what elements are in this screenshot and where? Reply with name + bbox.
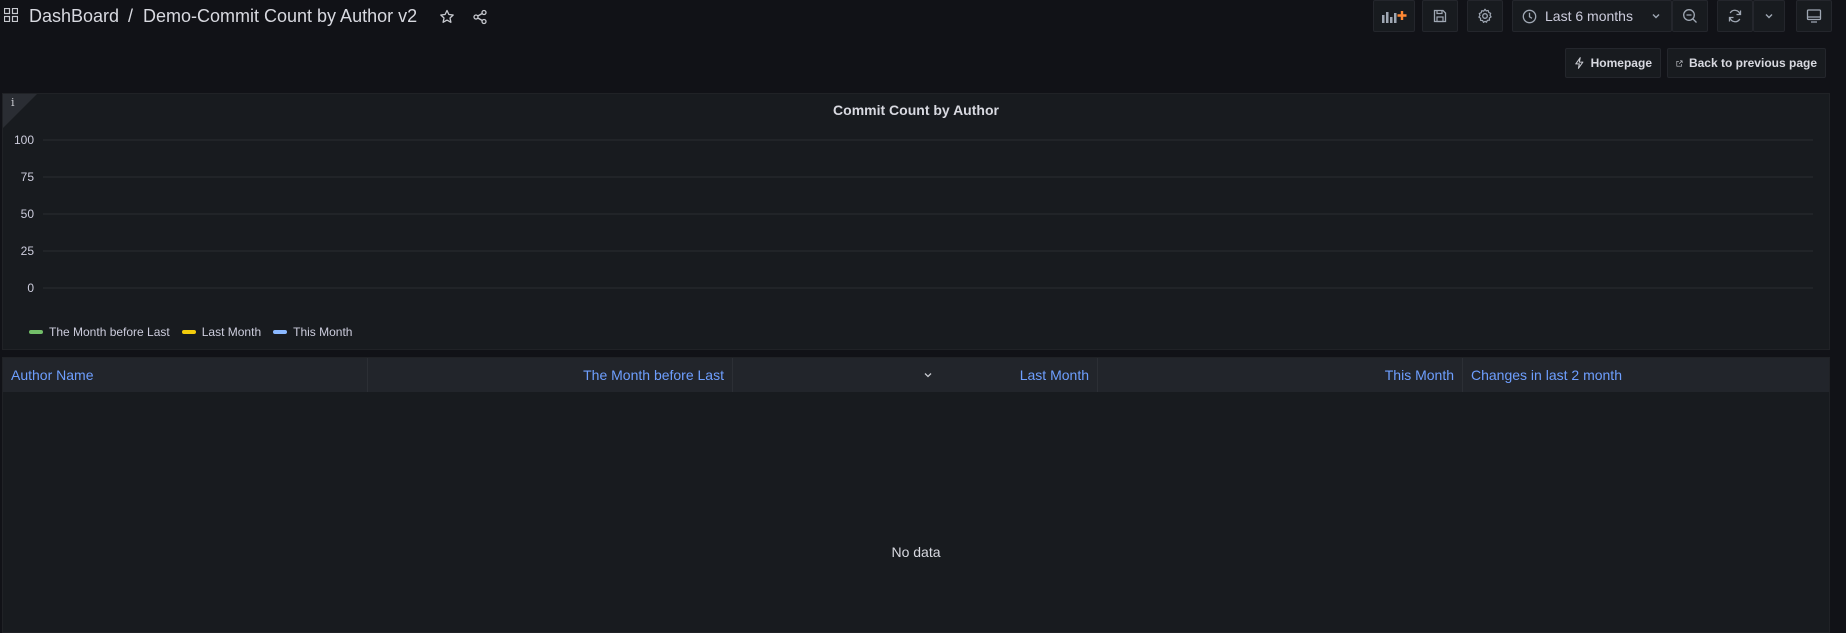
no-data-message: No data — [891, 544, 941, 560]
bolt-icon — [1575, 57, 1584, 69]
legend-label: The Month before Last — [49, 325, 170, 339]
back-to-previous-page-link[interactable]: Back to previous page — [1667, 48, 1826, 78]
refresh-icon — [1728, 9, 1742, 23]
clock-icon — [1522, 9, 1537, 23]
zoom-out-button[interactable] — [1672, 0, 1708, 32]
time-range-picker[interactable]: Last 6 months — [1512, 0, 1672, 32]
chart-legend: The Month before Last Last Month This Mont… — [29, 325, 352, 339]
y-tick-label: 75 — [21, 170, 35, 184]
legend-swatch — [181, 330, 196, 334]
homepage-label: Homepage — [1590, 56, 1652, 70]
zoom-out-icon — [1683, 9, 1697, 23]
table-panel: Author Name The Month before Last Last M… — [2, 357, 1830, 633]
breadcrumb-separator: / — [128, 6, 134, 26]
share-icon[interactable] — [470, 7, 490, 27]
column-month-before-last[interactable]: The Month before Last — [368, 358, 733, 392]
chevron-down-icon — [1652, 14, 1660, 19]
y-tick-label: 100 — [14, 133, 34, 147]
save-dashboard-button[interactable] — [1422, 0, 1458, 32]
chart-panel: i Commit Count by Author 100 75 50 25 0 The … — [2, 93, 1830, 350]
tv-icon — [1806, 9, 1822, 23]
time-range-label: Last 6 months — [1545, 8, 1633, 24]
apps-icon[interactable] — [4, 8, 18, 22]
star-icon[interactable] — [437, 7, 457, 27]
column-last-month[interactable]: Last Month — [733, 358, 1098, 392]
legend-item[interactable]: Last Month — [181, 325, 262, 339]
homepage-link[interactable]: Homepage — [1565, 48, 1661, 78]
chevron-down-icon — [1765, 14, 1773, 19]
column-last-month-label: Last Month — [1019, 367, 1089, 383]
add-panel-button[interactable] — [1373, 0, 1415, 32]
table-header: Author Name The Month before Last Last M… — [3, 358, 1829, 392]
column-changes-last-2-month-label: Changes in last 2 month — [1471, 367, 1622, 383]
legend-item[interactable]: This Month — [273, 325, 352, 339]
save-icon — [1433, 9, 1447, 23]
column-this-month[interactable]: This Month — [1098, 358, 1463, 392]
legend-swatch — [29, 330, 43, 334]
back-to-previous-page-label: Back to previous page — [1688, 56, 1817, 70]
column-author-name-label: Author Name — [11, 367, 94, 383]
legend-item[interactable]: The Month before Last — [29, 325, 170, 339]
column-changes-last-2-month[interactable]: Changes in last 2 month — [1463, 358, 1829, 392]
legend-label: This Month — [293, 325, 353, 339]
column-month-before-last-label: The Month before Last — [583, 367, 724, 383]
chart-plot: 100 75 50 25 0 — [14, 133, 1813, 295]
top-bar: DashBoard / Demo-Commit Count by Author … — [0, 0, 1846, 34]
column-this-month-label: This Month — [1384, 367, 1454, 383]
y-tick-label: 50 — [21, 207, 35, 221]
refresh-interval-dropdown[interactable] — [1753, 0, 1785, 32]
page-title[interactable]: Demo-Commit Count by Author v2 — [143, 6, 417, 27]
external-link-icon — [1676, 60, 1683, 66]
view-mode-button[interactable] — [1796, 0, 1832, 32]
column-author-name[interactable]: Author Name — [3, 358, 368, 392]
breadcrumb-root[interactable]: DashBoard — [29, 6, 119, 27]
y-tick-label: 0 — [27, 281, 34, 295]
refresh-button[interactable] — [1717, 0, 1753, 32]
dashboard-settings-button[interactable] — [1467, 0, 1503, 32]
add-panel-icon — [1382, 11, 1407, 23]
gear-icon — [1478, 8, 1492, 23]
sort-descending-icon — [924, 373, 932, 378]
legend-swatch — [273, 330, 288, 334]
legend-label: Last Month — [201, 325, 262, 339]
y-tick-label: 25 — [21, 244, 35, 258]
